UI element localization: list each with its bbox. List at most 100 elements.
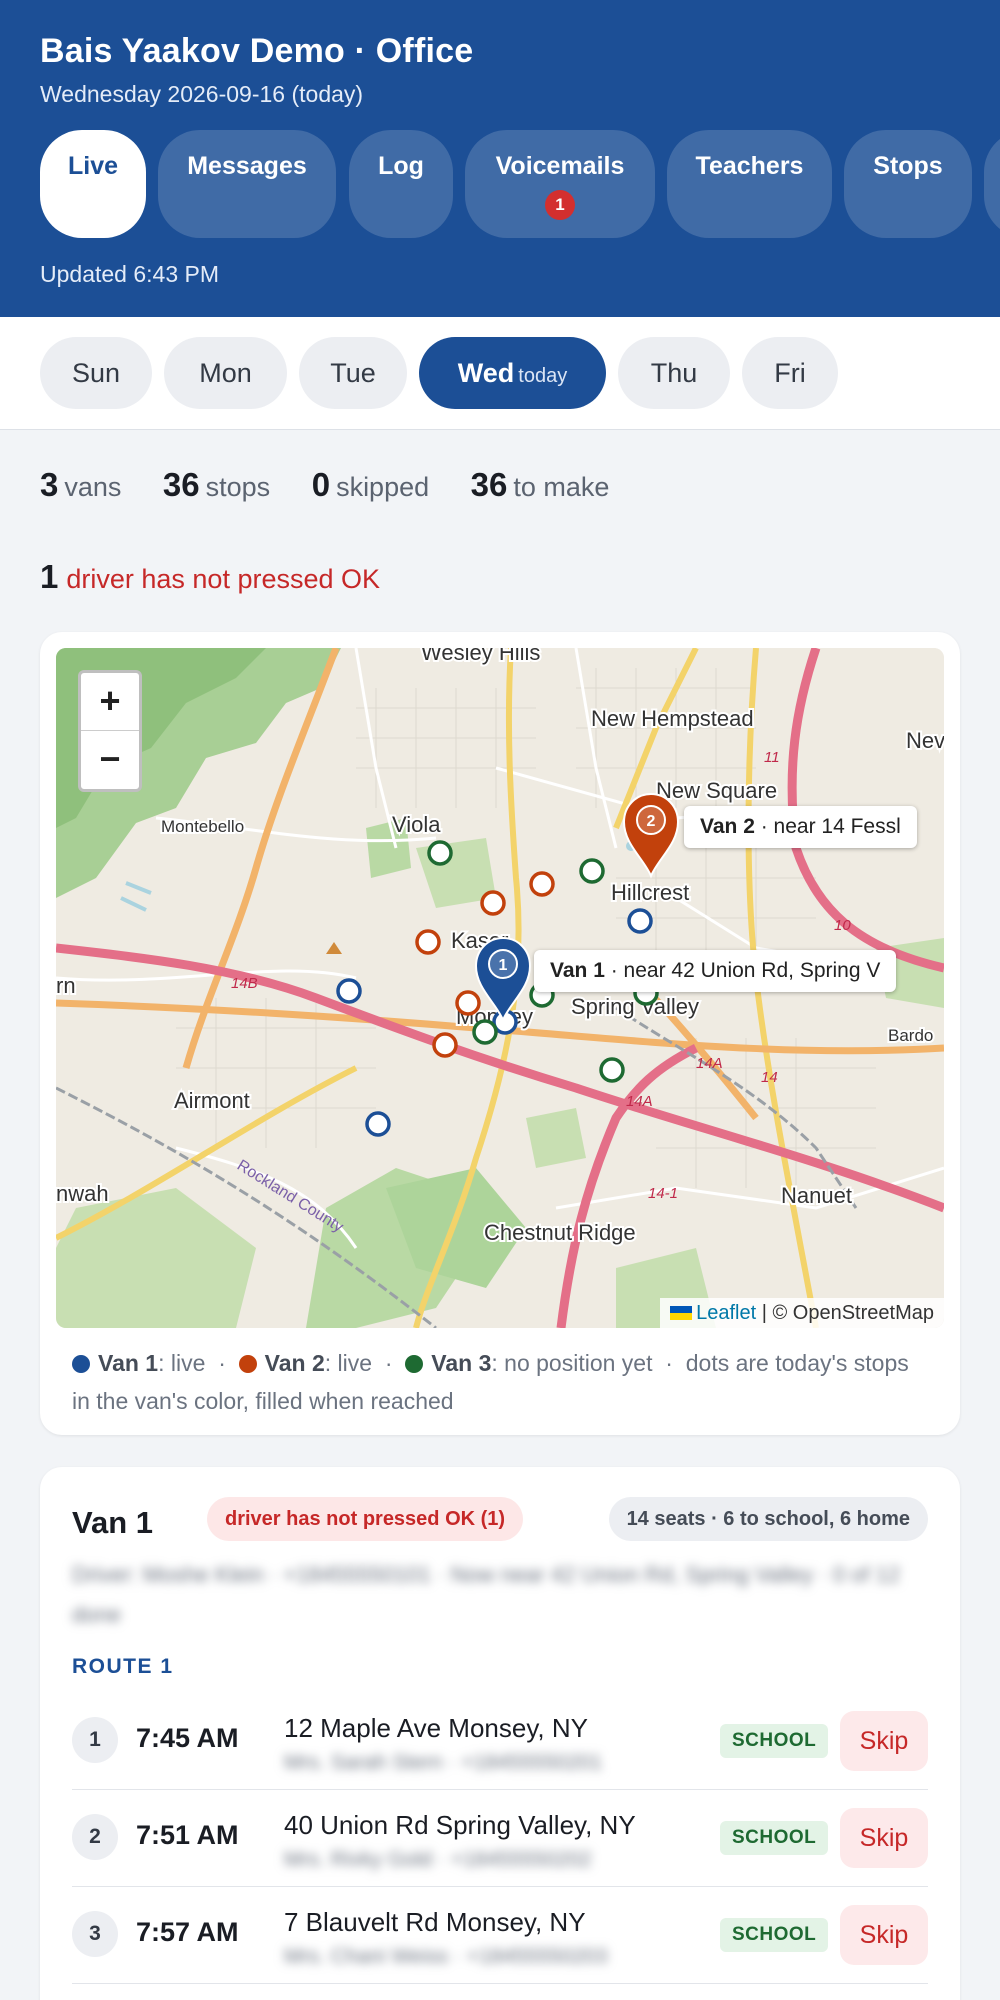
day-label: Thu [650, 358, 698, 388]
tab-overflow[interactable] [984, 130, 1000, 238]
van-name: Van 2 [700, 815, 755, 838]
stop-address: 7 Blauvelt Rd Monsey, NY [284, 1907, 586, 1937]
place-label: Montebello [161, 817, 244, 836]
place-label: Hillcrest [611, 880, 689, 905]
stop-dot-van2[interactable] [529, 871, 555, 897]
day-label: Tue [330, 358, 376, 388]
skip-button[interactable]: Skip [840, 1905, 928, 1965]
skip-button[interactable]: Skip [840, 1808, 928, 1868]
stat-value: 36 [162, 466, 200, 503]
tab-teachers[interactable]: Teachers [667, 130, 832, 238]
place-label: Bardo [888, 1026, 933, 1045]
stat-label: vans [64, 472, 122, 502]
stop-address: 12 Maple Ave Monsey, NY [284, 1713, 588, 1743]
stop-row: 3 7:57 AM 7 Blauvelt Rd Monsey, NY Mrs. … [72, 1887, 928, 1984]
stop-dot-van1[interactable] [365, 1111, 391, 1137]
legend-separator: · [218, 1350, 226, 1376]
live-map[interactable]: Wesley Hills New Hempstead New Square Vi… [56, 648, 944, 1328]
current-date: Wednesday 2026-09-16 (today) [40, 81, 364, 107]
road-label: 14B [231, 975, 258, 992]
stop-dot-van1[interactable] [336, 978, 362, 1004]
alert-count: 1 [40, 558, 59, 595]
stop-dot-van3[interactable] [579, 858, 605, 884]
leaflet-link[interactable]: Leaflet [696, 1302, 756, 1324]
place-label: nwah [56, 1181, 109, 1206]
day-summary: 3 vans 36 stops 0 skipped 36 to make [40, 466, 643, 504]
zoom-control: + − [78, 670, 142, 792]
road-label: 11 [764, 749, 780, 766]
map-attribution: Leaflet | © OpenStreetMap [660, 1298, 944, 1328]
van1-location-label: Van 1 · near 42 Union Rd, Spring V [534, 950, 897, 992]
van1-color-dot [72, 1355, 90, 1373]
stop-dot-van2[interactable] [455, 990, 481, 1016]
stat-label: stops [205, 472, 271, 502]
driver-info: Driver: Moshe Klein · +18455550101 · Now… [72, 1562, 901, 1627]
tab-label: Teachers [695, 152, 804, 180]
stop-dot-van3[interactable] [427, 840, 453, 866]
stop-number: 1 [72, 1717, 118, 1763]
stop-dot-van2[interactable] [480, 890, 506, 916]
tab-label: Live [67, 152, 119, 180]
tab-label: Messages [187, 152, 307, 180]
day-tue[interactable]: Tue [299, 337, 407, 409]
stop-dot-van3[interactable] [472, 1019, 498, 1045]
osm-credit: | © OpenStreetMap [761, 1302, 934, 1324]
van-title: Van 1 [72, 1505, 153, 1540]
legend-van-name: Van 3 [431, 1350, 492, 1376]
stat-stops: 36 stops [163, 466, 271, 503]
stat-label: skipped [336, 472, 430, 502]
zoom-in-button[interactable]: + [81, 673, 139, 731]
place-label: Airmont [174, 1088, 250, 1113]
alert-text: driver has not pressed OK [66, 564, 381, 594]
day-mon[interactable]: Mon [164, 337, 287, 409]
day-label: Fri [774, 358, 806, 388]
today-tag: today [518, 365, 568, 387]
app-header: Bais Yaakov Demo · Office Wednesday 2026… [0, 0, 1000, 317]
stop-dot-van3[interactable] [599, 1057, 625, 1083]
van-card: Van 1 driver has not pressed OK (1) 14 s… [40, 1467, 960, 2000]
stop-contact: Mrs. Chani Weiss · +18455550203 [284, 1945, 608, 1968]
day-label: Sun [71, 358, 121, 388]
stop-number: 3 [72, 1911, 118, 1957]
van2-pin-number: 2 [647, 813, 656, 830]
road-label: 14 [761, 1069, 778, 1086]
stop-contact: Mrs. Rivky Gold · +18455550202 [284, 1848, 592, 1871]
zoom-out-button[interactable]: − [81, 731, 139, 789]
tab-messages[interactable]: Messages [158, 130, 336, 238]
road-label: 10 [834, 917, 851, 934]
legend-van-status: : live [158, 1350, 206, 1376]
legend-van-name: Van 1 [98, 1350, 159, 1376]
day-thu[interactable]: Thu [618, 337, 730, 409]
place-label: Viola [392, 812, 441, 837]
stop-number: 2 [72, 1814, 118, 1860]
van-location: · near 14 Fessl [760, 815, 901, 838]
day-label: Wed [457, 358, 515, 388]
tab-stops[interactable]: Stops [844, 130, 972, 238]
stat-skipped: 0 skipped [312, 466, 430, 503]
stat-to-make: 36 to make [471, 466, 610, 503]
stat-value: 3 [40, 466, 59, 503]
day-wed[interactable]: Wed today [419, 337, 606, 409]
last-updated: Updated 6:43 PM [40, 261, 220, 287]
day-sun[interactable]: Sun [40, 337, 152, 409]
day-selector: Sun Mon Tue Wed today Thu Fri [0, 317, 1000, 430]
legend-van-status: : live [324, 1350, 373, 1376]
tab-live[interactable]: Live [40, 130, 146, 238]
tab-voicemails[interactable]: Voicemails 1 [465, 130, 655, 238]
stat-value: 0 [311, 466, 331, 503]
skip-button[interactable]: Skip [840, 1711, 928, 1771]
van2-color-dot [238, 1355, 257, 1373]
place-label: Wesley Hills [421, 648, 540, 665]
place-label: New Hempstead [591, 706, 754, 731]
place-label: Chestnut Ridge [484, 1220, 636, 1245]
stop-dot-van2[interactable] [432, 1032, 458, 1058]
day-fri[interactable]: Fri [742, 337, 838, 409]
tab-log[interactable]: Log [349, 130, 453, 238]
legend-separator: · [384, 1350, 393, 1376]
legend-van-name: Van 2 [264, 1350, 325, 1376]
stat-label: to make [513, 472, 610, 502]
stop-dot-van2[interactable] [415, 929, 441, 955]
stop-dot-van1[interactable] [627, 908, 653, 934]
live-map-card: Wesley Hills New Hempstead New Square Vi… [40, 632, 960, 1435]
tab-label: Stops [873, 152, 943, 180]
